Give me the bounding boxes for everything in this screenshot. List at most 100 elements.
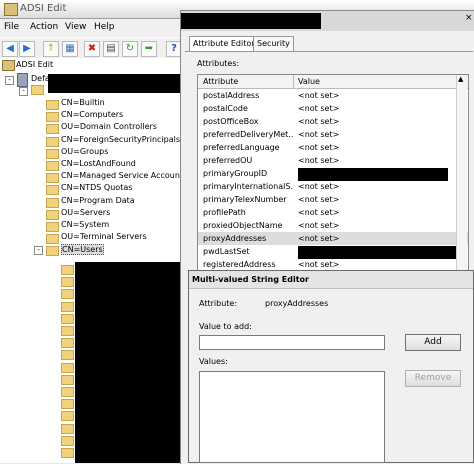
tab-divider [185, 51, 473, 52]
tree-item[interactable]: CN=Program Data [61, 196, 135, 205]
attribute-row[interactable]: preferredOU <not set> [198, 154, 468, 167]
column-value[interactable]: Value [298, 77, 320, 86]
user-folder-icon[interactable] [61, 338, 74, 349]
redaction-bar [298, 246, 466, 259]
tab-attribute-editor[interactable]: Attribute Editor [189, 36, 259, 52]
folder-icon [46, 197, 59, 208]
user-folder-icon[interactable] [61, 289, 74, 300]
scroll-up-icon[interactable]: ▲ [458, 75, 463, 83]
show-hide-tree-icon[interactable]: ▦ [62, 41, 78, 57]
redaction-bar [181, 13, 321, 29]
folder-icon [46, 173, 59, 184]
attribute-value: <not set> [298, 234, 340, 243]
properties-icon[interactable]: ▤ [103, 41, 119, 57]
properties-title-bar: × [181, 11, 474, 31]
attribute-value: <not set> [298, 130, 340, 139]
grid-scrollbar[interactable]: ▲ [456, 75, 467, 283]
value-to-add-input[interactable] [199, 335, 385, 350]
user-folder-icon[interactable] [61, 362, 74, 373]
tree-item[interactable]: OU=Servers [61, 208, 110, 217]
close-icon[interactable]: × [465, 13, 473, 23]
attribute-row[interactable]: primaryInternationalS... <not set> [198, 180, 468, 193]
collapse-connection-icon[interactable]: - [5, 76, 14, 85]
attribute-value: <not set> [298, 195, 340, 204]
tree-connection[interactable]: Defa [31, 74, 50, 83]
attribute-row[interactable]: proxiedObjectName <not set> [198, 219, 468, 232]
user-folder-icon[interactable] [61, 423, 74, 434]
tree-item[interactable]: CN=System [61, 220, 109, 229]
user-folder-icon[interactable] [61, 411, 74, 422]
attribute-value: <not set> [298, 260, 340, 269]
user-folder-icon[interactable] [61, 435, 74, 446]
tree-item[interactable]: CN=ForeignSecurityPrincipals [61, 135, 180, 144]
tree-item[interactable]: CN=Builtin [61, 98, 105, 107]
column-attribute[interactable]: Attribute [203, 77, 238, 86]
tree-item[interactable]: CN=NTDS Quotas [61, 183, 132, 192]
attribute-row[interactable]: postalCode <not set> [198, 102, 468, 115]
tree-root[interactable]: ADSI Edit [16, 60, 53, 69]
adsi-app-icon [4, 3, 18, 16]
attribute-row[interactable]: preferredLanguage <not set> [198, 141, 468, 154]
attribute-name: primaryTelexNumber [203, 195, 287, 204]
attribute-name: preferredOU [203, 156, 253, 165]
user-folder-icon[interactable] [61, 265, 74, 275]
attribute-name: postalAddress [203, 91, 260, 100]
folder-icon [46, 112, 59, 123]
collapse-users-icon[interactable]: - [34, 246, 43, 256]
tree-item[interactable]: CN=Managed Service Accounts [61, 171, 187, 180]
adsi-window-title: ADSI Edit [20, 3, 67, 14]
user-folder-icon[interactable] [61, 399, 74, 410]
attribute-value: <not set> [298, 104, 340, 113]
attribute-row[interactable]: profilePath <not set> [198, 206, 468, 219]
folder-icon [46, 185, 59, 196]
refresh-icon[interactable]: ↻ [122, 41, 138, 57]
attribute-value: <not set> [298, 221, 340, 230]
menu-help[interactable]: Help [94, 22, 115, 32]
user-folder-icon[interactable] [61, 448, 74, 458]
forward-arrow-icon[interactable]: ▶ [19, 41, 35, 57]
attribute-row[interactable]: proxyAddresses <not set> [198, 232, 468, 245]
menu-action[interactable]: Action [30, 22, 58, 32]
tree-item[interactable]: OU=Groups [61, 147, 108, 156]
user-folder-icon[interactable] [61, 374, 74, 385]
user-folder-icon[interactable] [61, 301, 74, 312]
add-button[interactable]: Add [405, 334, 461, 351]
remove-button[interactable]: Remove [405, 370, 461, 387]
attribute-row[interactable]: postalAddress <not set> [198, 89, 468, 102]
tab-security[interactable]: Security [253, 36, 294, 51]
user-folder-icon[interactable] [61, 387, 74, 397]
multi-valued-string-editor: Multi-valued String Editor Attribute: pr… [188, 270, 474, 463]
redaction-bar [48, 74, 181, 93]
attribute-value: <not set> [298, 156, 340, 165]
menu-file[interactable]: File [4, 22, 19, 32]
user-folder-icon[interactable] [61, 350, 74, 361]
export-list-icon[interactable]: ➥ [141, 41, 157, 57]
back-arrow-icon[interactable]: ◀ [2, 41, 18, 57]
attribute-value: proxyAddresses [265, 299, 329, 308]
attribute-value: <not set> [298, 182, 340, 191]
tree-item[interactable]: CN=LostAndFound [61, 159, 136, 168]
tree-item[interactable]: OU=Domain Controllers [61, 122, 157, 131]
column-divider[interactable] [293, 75, 294, 88]
attribute-name: proxiedObjectName [203, 221, 283, 230]
user-folder-icon[interactable] [61, 326, 74, 336]
attribute-name: profilePath [203, 208, 246, 217]
user-folder-icon[interactable] [61, 313, 74, 324]
attribute-name: primaryInternationalS... [203, 182, 293, 191]
attribute-value: <not set> [298, 143, 340, 152]
tree-item[interactable]: OU=Terminal Servers [61, 232, 147, 241]
attribute-row[interactable]: preferredDeliveryMet... <not set> [198, 128, 468, 141]
attributes-grid[interactable]: Attribute Value postalAddress <not set> po… [197, 74, 469, 286]
menu-view[interactable]: View [65, 22, 86, 32]
editor-title-bar: Multi-valued String Editor [189, 271, 473, 289]
tree-item[interactable]: CN=Users [61, 244, 104, 256]
values-list[interactable] [199, 371, 385, 463]
attribute-row[interactable]: postOfficeBox <not set> [198, 115, 468, 128]
up-folder-icon[interactable]: ↑ [43, 41, 59, 57]
redaction-bar [75, 262, 190, 463]
user-folder-icon[interactable] [61, 277, 74, 288]
collapse-domain-icon[interactable]: - [19, 87, 28, 96]
tree-item[interactable]: CN=Computers [61, 110, 123, 119]
attribute-row[interactable]: primaryTelexNumber <not set> [198, 193, 468, 206]
delete-icon[interactable]: ✖ [84, 41, 100, 57]
